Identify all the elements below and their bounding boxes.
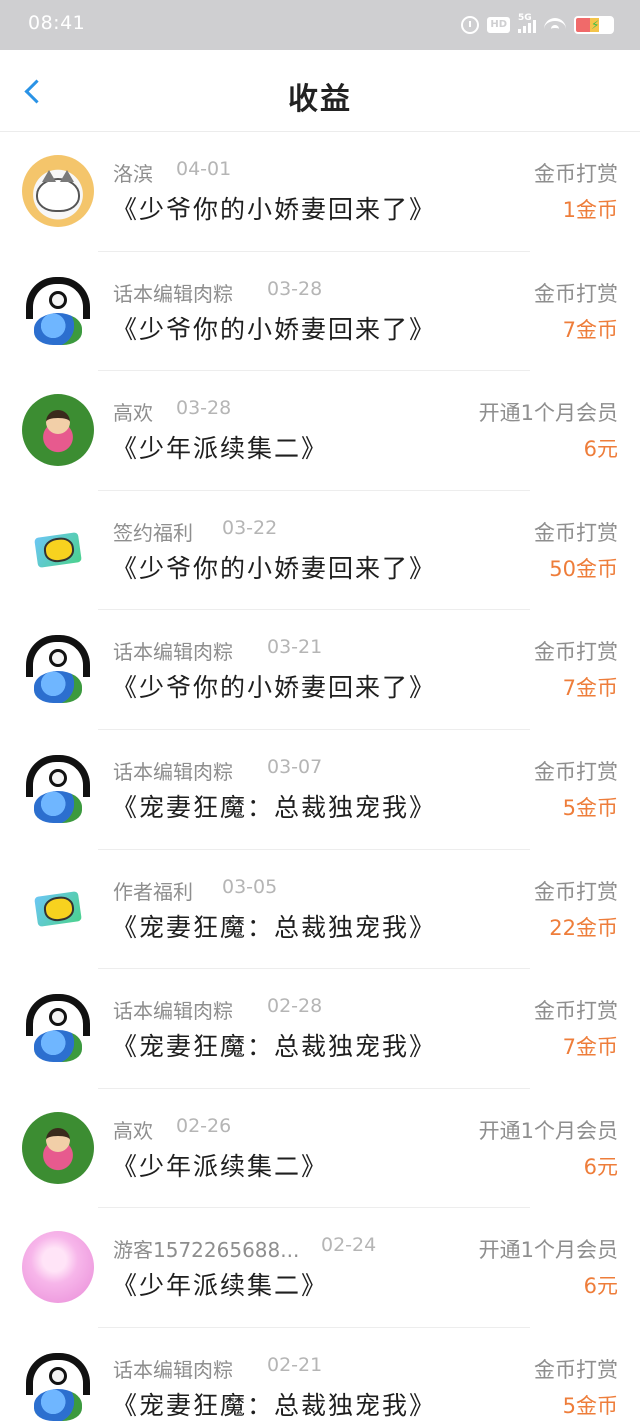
income-amount: 6元	[583, 437, 618, 462]
income-type: 金币打赏	[534, 281, 618, 306]
book-title: 《宠妻狂魔：总裁独宠我》	[112, 1032, 437, 1062]
item-date: 03-21	[267, 636, 323, 659]
list-item[interactable]: 高欢 02-26 《少年派续集二》 开通1个月会员 6元	[0, 1089, 640, 1209]
item-date: 03-05	[222, 875, 278, 898]
user-name: 高欢	[113, 401, 153, 426]
item-date: 03-28	[267, 277, 323, 300]
hd-icon: HD	[487, 17, 510, 33]
status-icons: HD 5G ⚡	[461, 13, 614, 36]
book-title: 《少年派续集二》	[112, 1271, 329, 1301]
status-bar: 08:41 HD 5G ⚡	[0, 0, 640, 50]
book-title: 《少爷你的小娇妻回来了》	[112, 314, 437, 344]
income-type: 金币打赏	[534, 999, 618, 1024]
income-type: 金币打赏	[534, 879, 618, 904]
avatar[interactable]	[22, 155, 94, 227]
user-name: 签约福利	[113, 520, 193, 545]
item-date: 04-01	[176, 158, 232, 180]
user-name: 话本编辑肉粽	[113, 1357, 233, 1382]
income-amount: 7金币	[562, 317, 618, 342]
item-date: 02-21	[267, 1353, 323, 1376]
list-item[interactable]: 高欢 03-28 《少年派续集二》 开通1个月会员 6元	[0, 371, 640, 491]
user-name: 话本编辑肉粽	[113, 759, 233, 784]
user-name: 话本编辑肉粽	[113, 999, 233, 1024]
avatar[interactable]	[22, 1111, 94, 1184]
battery-icon: ⚡	[574, 16, 614, 34]
user-name: 高欢	[113, 1118, 153, 1143]
income-list: 洛滨 04-01 《少爷你的小娇妻回来了》 金币打赏 1金币 话本编辑肉粽 03-28 《少爷…	[0, 132, 640, 1427]
income-amount: 22金币	[549, 915, 618, 940]
item-date: 03-07	[267, 755, 323, 778]
user-name: 洛滨	[113, 162, 153, 186]
book-title: 《少爷你的小娇妻回来了》	[112, 195, 437, 224]
book-title: 《少年派续集二》	[112, 434, 329, 464]
income-amount: 6元	[583, 1274, 618, 1299]
list-item[interactable]: 话本编辑肉粽 03-28 《少爷你的小娇妻回来了》 金币打赏 7金币	[0, 252, 640, 372]
avatar[interactable]	[22, 513, 94, 586]
income-type: 开通1个月会员	[478, 1238, 618, 1263]
list-item[interactable]: 作者福利 03-05 《宠妻狂魔：总裁独宠我》 金币打赏 22金币	[0, 850, 640, 970]
income-amount: 5金币	[562, 795, 618, 820]
book-title: 《少年派续集二》	[112, 1151, 329, 1181]
list-item[interactable]: 话本编辑肉粽 02-21 《宠妻狂魔：总裁独宠我》 金币打赏 5金币	[0, 1328, 640, 1427]
avatar[interactable]	[22, 1350, 94, 1423]
signal-icon: 5G	[518, 13, 536, 33]
status-time: 08:41	[28, 12, 86, 34]
network-label: 5G	[518, 13, 532, 23]
list-item[interactable]: 签约福利 03-22 《少爷你的小娇妻回来了》 金币打赏 50金币	[0, 491, 640, 611]
book-title: 《少爷你的小娇妻回来了》	[112, 553, 437, 583]
income-amount: 7金币	[562, 676, 618, 701]
list-item[interactable]: 洛滨 04-01 《少爷你的小娇妻回来了》 金币打赏 1金币	[0, 132, 640, 252]
list-item[interactable]: 话本编辑肉粽 03-07 《宠妻狂魔：总裁独宠我》 金币打赏 5金币	[0, 730, 640, 850]
book-title: 《宠妻狂魔：总裁独宠我》	[112, 1390, 437, 1420]
avatar[interactable]	[22, 872, 94, 945]
list-item[interactable]: 话本编辑肉粽 03-21 《少爷你的小娇妻回来了》 金币打赏 7金币	[0, 610, 640, 730]
avatar[interactable]	[22, 752, 94, 825]
item-date: 02-28	[267, 995, 323, 1018]
user-name: 游客1572265688...	[113, 1238, 300, 1263]
book-title: 《少爷你的小娇妻回来了》	[112, 673, 437, 703]
list-item[interactable]: 话本编辑肉粽 02-28 《宠妻狂魔：总裁独宠我》 金币打赏 7金币	[0, 969, 640, 1089]
income-type: 开通1个月会员	[478, 401, 618, 426]
income-type: 金币打赏	[534, 640, 618, 665]
income-type: 金币打赏	[534, 520, 618, 545]
avatar[interactable]	[22, 992, 94, 1065]
item-date: 03-22	[222, 516, 278, 539]
user-name: 话本编辑肉粽	[113, 281, 233, 306]
income-type: 金币打赏	[534, 162, 618, 186]
book-title: 《宠妻狂魔：总裁独宠我》	[112, 792, 437, 822]
user-name: 作者福利	[113, 879, 193, 904]
income-amount: 6元	[583, 1154, 618, 1179]
income-type: 金币打赏	[534, 759, 618, 784]
income-amount: 5金币	[562, 1393, 618, 1418]
page-title: 收益	[288, 82, 352, 117]
income-amount: 7金币	[562, 1035, 618, 1060]
avatar[interactable]	[22, 394, 94, 467]
alarm-icon	[461, 16, 480, 34]
avatar[interactable]	[22, 633, 94, 706]
item-date: 02-26	[176, 1114, 232, 1137]
income-amount: 50金币	[549, 556, 618, 581]
item-date: 03-28	[176, 397, 232, 420]
avatar[interactable]	[22, 274, 94, 347]
nav-bar: 收益	[0, 50, 640, 132]
user-name: 话本编辑肉粽	[113, 640, 233, 665]
wifi-icon	[544, 18, 566, 32]
list-item[interactable]: 游客1572265688... 02-24 《少年派续集二》 开通1个月会员 6元	[0, 1208, 640, 1328]
avatar[interactable]	[22, 1231, 94, 1304]
income-type: 金币打赏	[534, 1357, 618, 1382]
book-title: 《宠妻狂魔：总裁独宠我》	[112, 912, 437, 942]
item-date: 02-24	[321, 1234, 377, 1257]
income-amount: 1金币	[562, 198, 618, 222]
income-type: 开通1个月会员	[478, 1118, 618, 1143]
